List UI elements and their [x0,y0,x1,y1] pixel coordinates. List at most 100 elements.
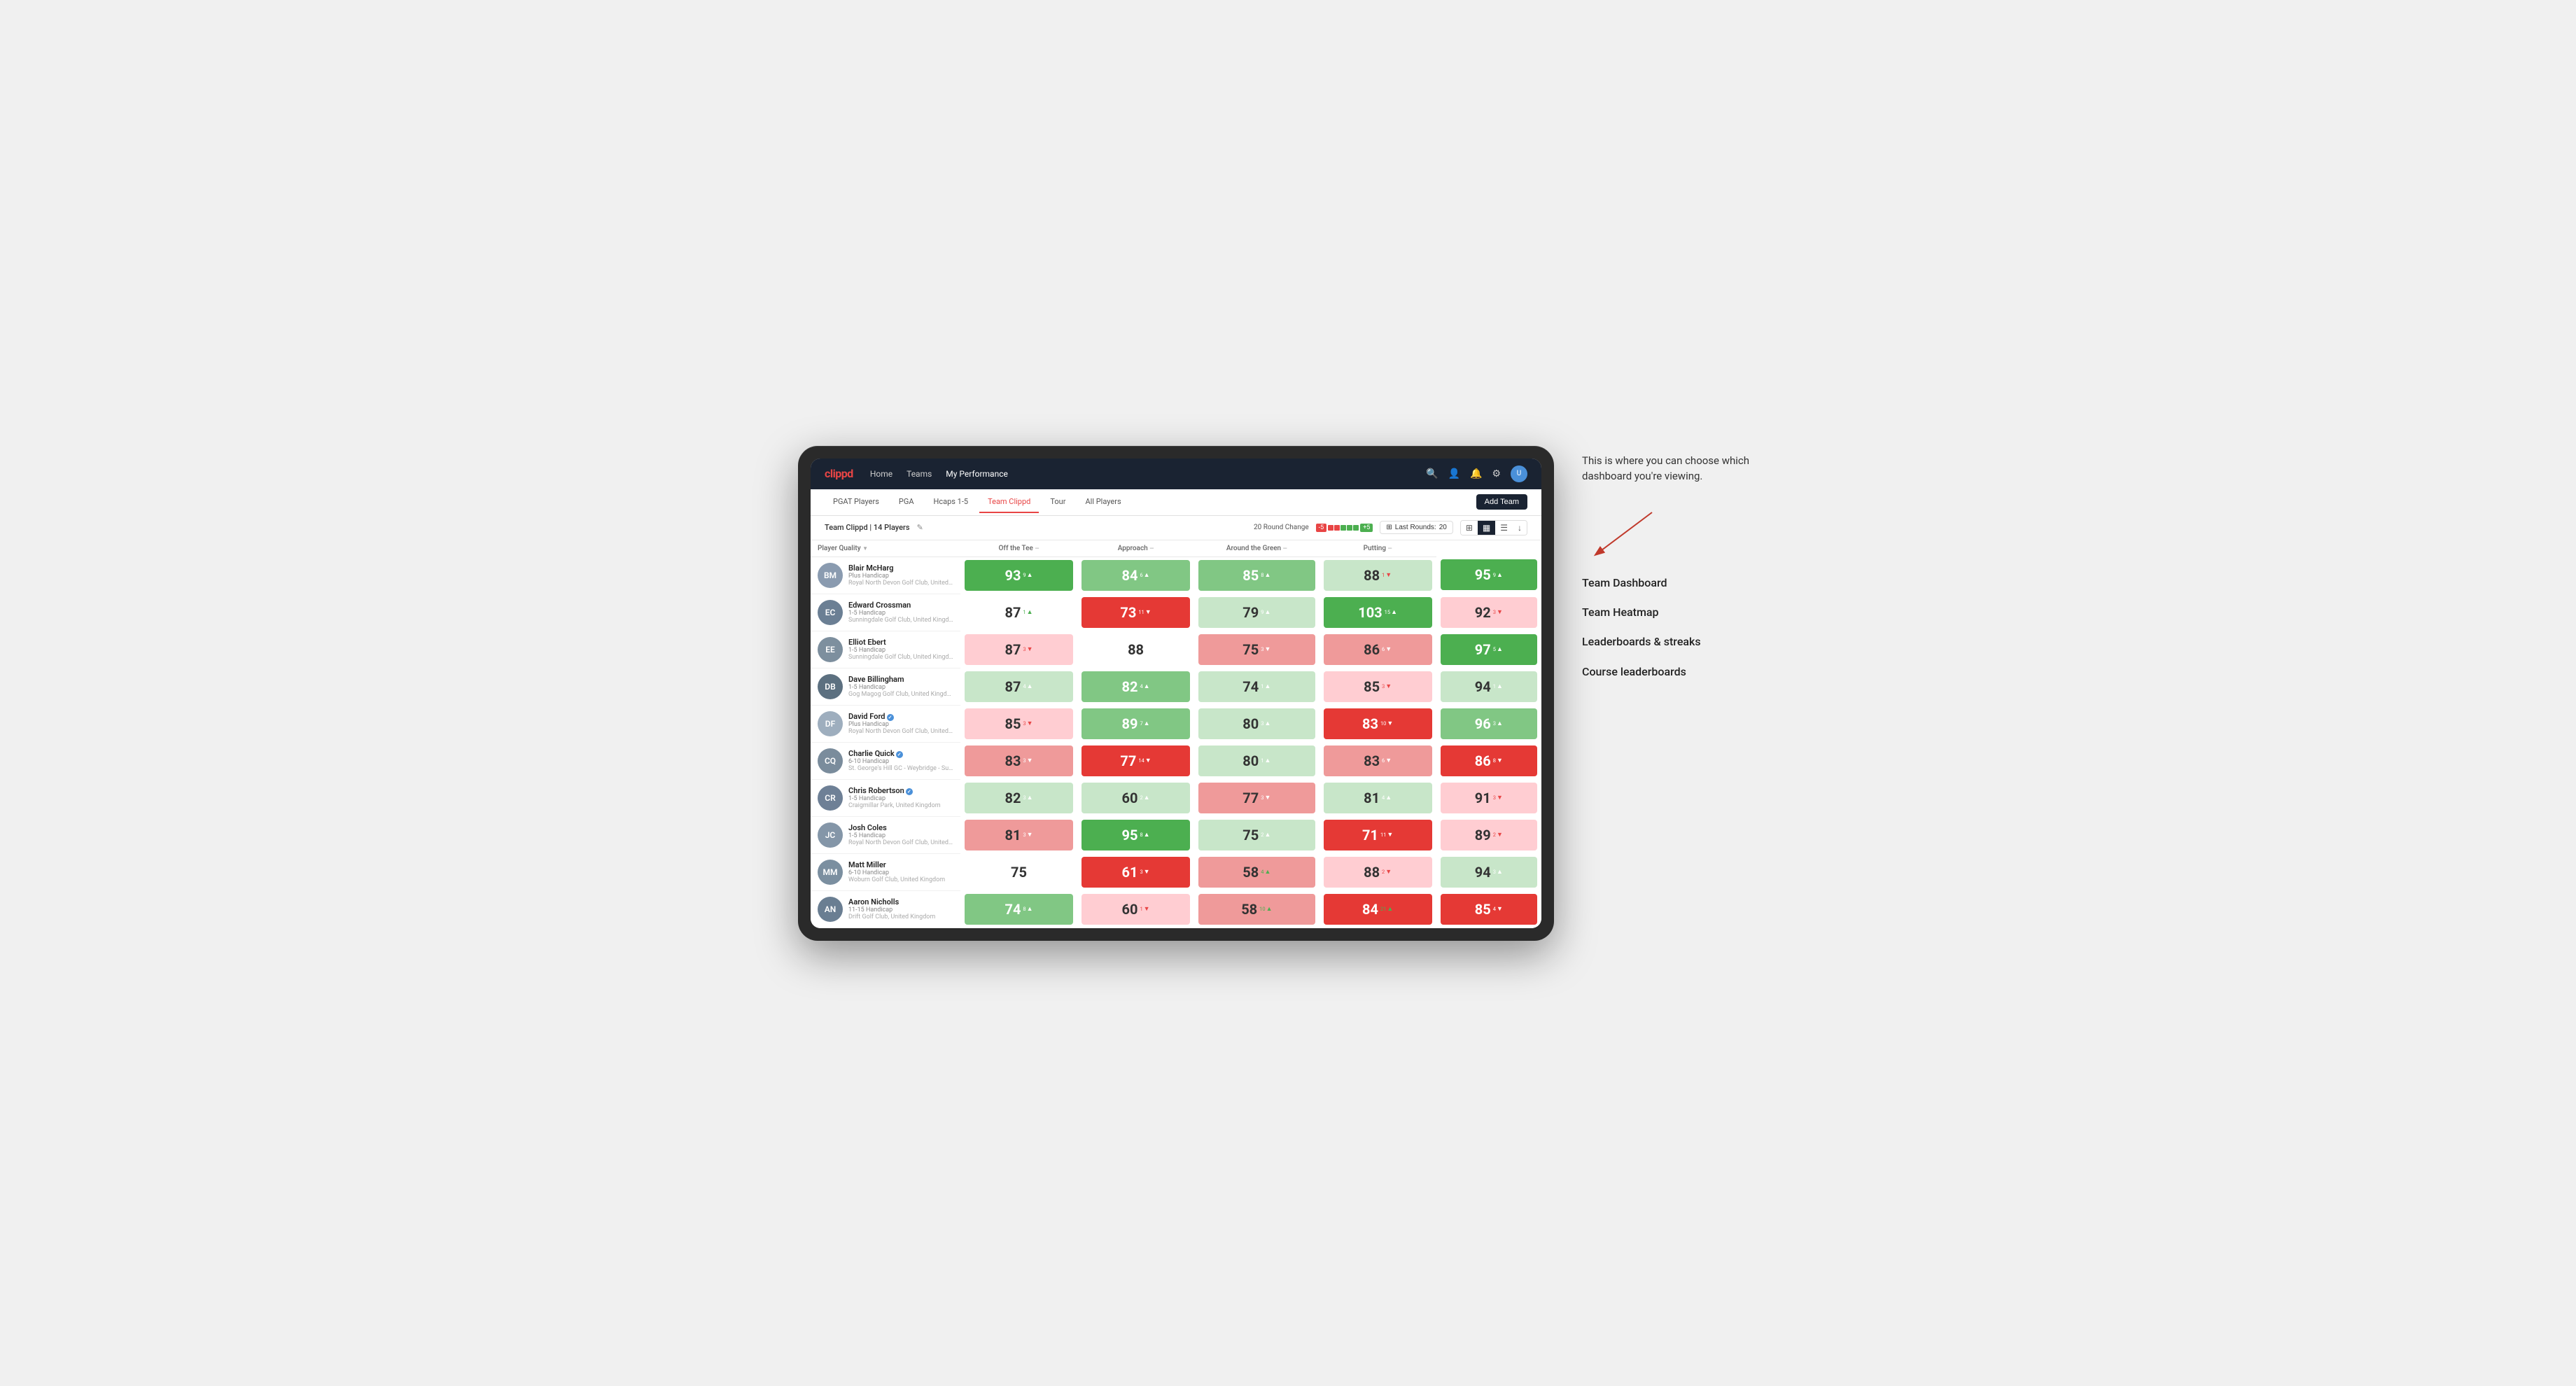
table-body: BM Blair McHarg Plus Handicap Royal Nort… [811,556,1541,927]
avatar-initials: BM [818,563,843,588]
player-avatar: AN [818,897,843,922]
score-content: 94 3▲ [1441,857,1537,888]
score-content: 97 5▲ [1441,634,1537,665]
view-download-button[interactable]: ↓ [1513,521,1527,535]
sub-nav-tabs: PGAT Players PGA Hcaps 1-5 Team Clippd T… [825,491,1474,513]
nav-link-teams[interactable]: Teams [906,469,932,479]
player-details: Matt Miller 6-10 Handicap Woburn Golf Cl… [848,860,945,883]
player-name[interactable]: Matt Miller [848,860,945,869]
view-heatmap-button[interactable]: ▦ [1478,521,1495,535]
pos-indicator: +5 [1360,524,1373,532]
tab-pga[interactable]: PGA [890,491,923,513]
score-content: 103 15▲ [1324,597,1432,628]
page-wrapper: clippd Home Teams My Performance 🔍 👤 🔔 ⚙… [798,446,1778,941]
score-cell: 71 11▼ [1320,816,1436,853]
score-change: 11▼ [1138,608,1151,616]
annotation-panel: This is where you can choose which dashb… [1582,446,1778,694]
score-content: 58 10▲ [1198,894,1315,925]
score-change: 2▲ [1261,831,1270,839]
score-change: 4▼ [1493,905,1503,913]
view-grid-button[interactable]: ⊞ [1461,521,1478,535]
score-content: 84 21▲ [1324,894,1432,925]
score-number: 82 [1122,678,1138,695]
score-change: 14▼ [1138,757,1151,764]
bell-icon[interactable]: 🔔 [1470,468,1482,479]
tab-all-players[interactable]: All Players [1077,491,1129,513]
player-name[interactable]: Blair McHarg [848,564,953,573]
player-name[interactable]: David Ford✓ [848,712,953,721]
player-info: EC Edward Crossman 1-5 Handicap Sunningd… [818,600,953,625]
team-name-label: Team Clippd | 14 Players [825,523,910,532]
sort-arrow-green[interactable]: — [1283,545,1287,552]
sort-arrow-putting[interactable]: — [1388,545,1392,552]
table-row[interactable]: JC Josh Coles 1-5 Handicap Royal North D… [811,816,1541,853]
score-number: 103 [1358,604,1382,621]
player-name[interactable]: Dave Billingham [848,675,953,684]
sort-arrow-approach[interactable]: — [1149,545,1154,552]
score-content: 95 8▲ [1082,820,1190,850]
sort-arrow-player[interactable]: ▼ [862,545,868,552]
score-number: 58 [1241,901,1257,918]
settings-icon[interactable]: ⚙ [1492,468,1501,479]
table-row[interactable]: AN Aaron Nicholls 11-15 Handicap Drift G… [811,890,1541,927]
view-list-button[interactable]: ☰ [1495,521,1513,535]
search-icon[interactable]: 🔍 [1426,468,1438,479]
player-name[interactable]: Edward Crossman [848,601,953,610]
score-change: 1▲ [1023,608,1032,616]
score-cell: 85 3▼ [960,705,1077,742]
sort-arrow-tee[interactable]: — [1035,545,1039,552]
nav-bar: clippd Home Teams My Performance 🔍 👤 🔔 ⚙… [811,458,1541,489]
table-row[interactable]: CQ Charlie Quick✓ 6-10 Handicap St. Geor… [811,742,1541,779]
user-avatar[interactable]: U [1511,465,1527,482]
edit-icon[interactable]: ✎ [917,523,923,532]
tab-tour[interactable]: Tour [1042,491,1074,513]
player-name[interactable]: Chris Robertson✓ [848,786,941,795]
score-number: 93 [1004,567,1021,584]
last-rounds-button[interactable]: ⊞ Last Rounds: 20 [1380,521,1452,534]
player-cell: DB Dave Billingham 1-5 Handicap Gog Mago… [811,668,960,705]
tab-hcaps[interactable]: Hcaps 1-5 [925,491,977,513]
avatar-initials: JC [818,822,843,848]
table-row[interactable]: MM Matt Miller 6-10 Handicap Woburn Golf… [811,853,1541,890]
score-number: 88 [1128,641,1144,658]
tab-team-clippd[interactable]: Team Clippd [979,491,1039,513]
table-row[interactable]: DB Dave Billingham 1-5 Handicap Gog Mago… [811,668,1541,705]
player-name[interactable]: Aaron Nicholls [848,897,935,906]
nav-link-my-performance[interactable]: My Performance [946,469,1008,479]
score-change: 3▼ [1493,608,1503,616]
player-info: BM Blair McHarg Plus Handicap Royal Nort… [818,563,953,588]
player-club: St. George's Hill GC - Weybridge - Surre… [848,765,953,772]
score-number: 82 [1004,790,1021,806]
user-icon[interactable]: 👤 [1448,468,1460,479]
add-team-button[interactable]: Add Team [1476,494,1527,510]
score-change: 5▲ [1493,645,1503,653]
score-cell: 82 4▲ [1077,668,1194,705]
table-row[interactable]: EE Elliot Ebert 1-5 Handicap Sunningdale… [811,631,1541,668]
score-cell: 93 9▲ [960,556,1077,594]
annotation-item-2: Leaderboards & streaks [1582,634,1778,650]
table-row[interactable]: CR Chris Robertson✓ 1-5 Handicap Craigmi… [811,779,1541,816]
player-avatar: JC [818,822,843,848]
score-cell: 87 3▼ [960,631,1077,668]
round-change-label: 20 Round Change [1254,524,1309,531]
score-change: 2▼ [1493,831,1503,839]
score-cell: 85 4▼ [1436,890,1541,927]
player-name[interactable]: Elliot Ebert [848,638,953,647]
score-change: 4▲ [1382,794,1392,802]
tab-pgat-players[interactable]: PGAT Players [825,491,888,513]
score-content: 86 6▼ [1324,634,1432,665]
verified-icon: ✓ [906,788,913,795]
table-row[interactable]: EC Edward Crossman 1-5 Handicap Sunningd… [811,594,1541,631]
score-number: 95 [1475,566,1491,583]
col-approach: Approach — [1077,540,1194,557]
score-change: 2▲ [1140,794,1149,802]
avatar-initials: EE [818,637,843,662]
nav-link-home[interactable]: Home [870,469,892,479]
player-name[interactable]: Charlie Quick✓ [848,749,953,758]
table-row[interactable]: DF David Ford✓ Plus Handicap Royal North… [811,705,1541,742]
player-info: CQ Charlie Quick✓ 6-10 Handicap St. Geor… [818,748,953,774]
player-name[interactable]: Josh Coles [848,823,953,832]
score-content: 83 6▼ [1324,746,1432,776]
score-number: 97 [1475,641,1491,658]
table-row[interactable]: BM Blair McHarg Plus Handicap Royal Nort… [811,556,1541,594]
